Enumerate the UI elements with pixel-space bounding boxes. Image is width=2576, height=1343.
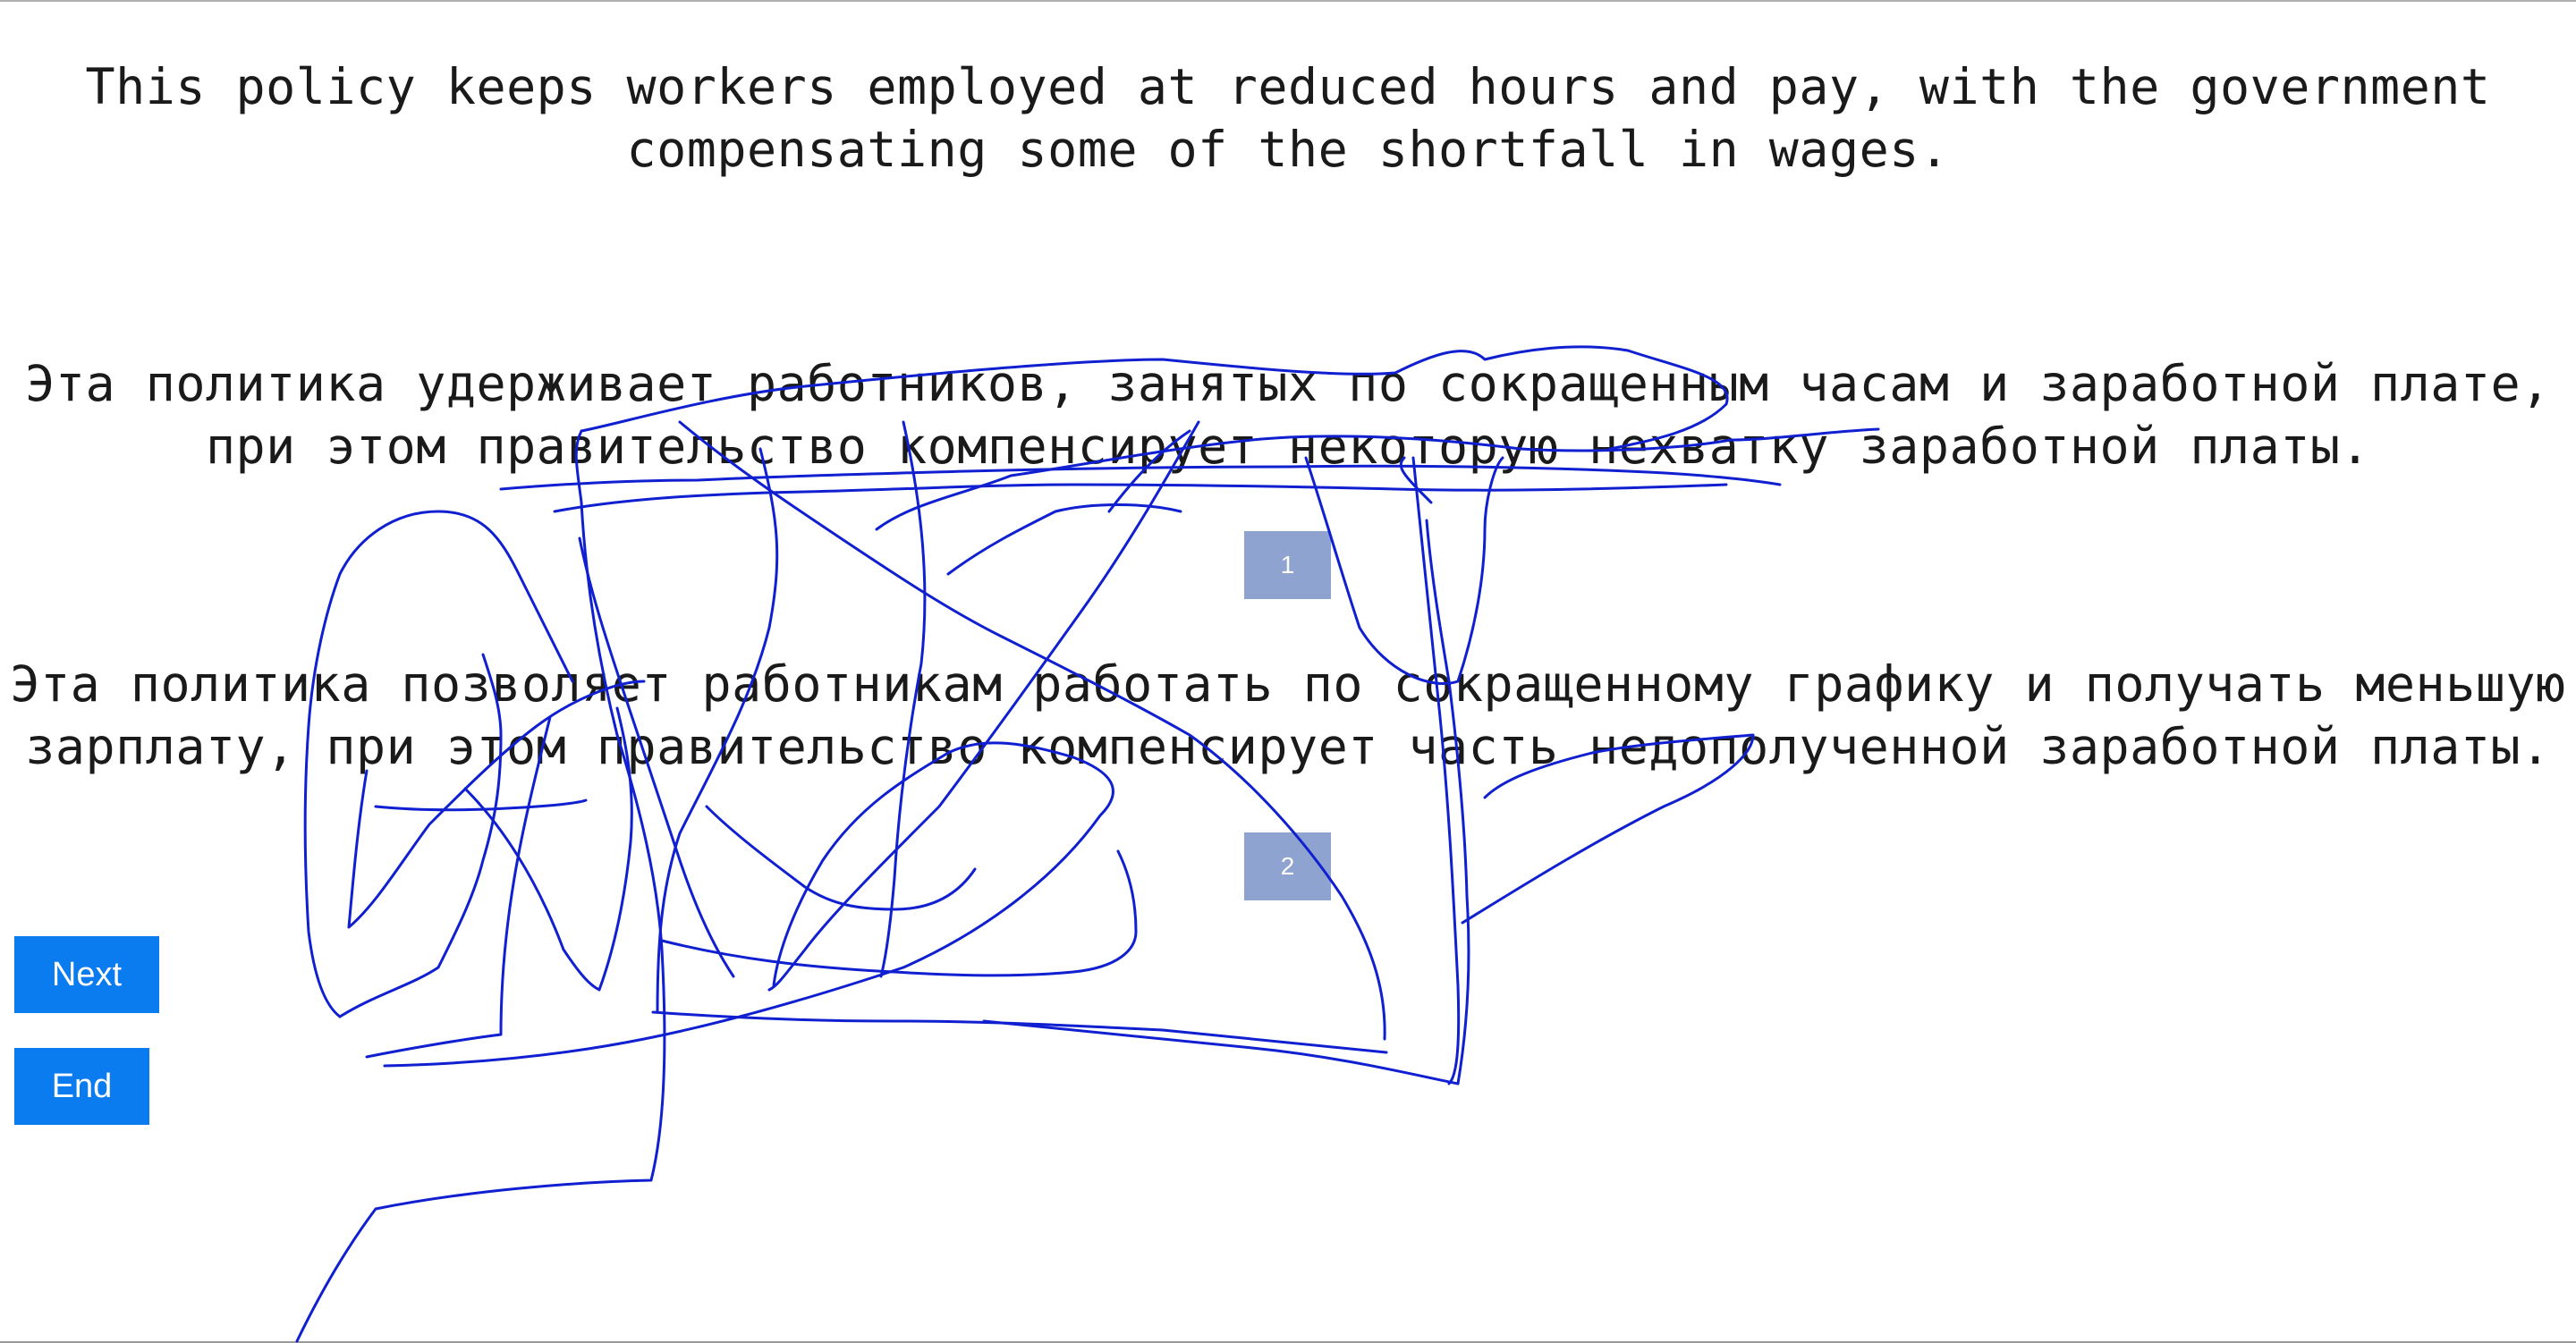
scribble-stroke — [295, 429, 666, 1343]
source-sentence: This policy keeps workers employed at re… — [85, 58, 2491, 178]
end-button[interactable]: End — [14, 1048, 149, 1125]
scribble-stroke — [705, 805, 977, 911]
scribble-stroke — [982, 1019, 1460, 1085]
scribble-stroke — [553, 483, 1728, 513]
next-button[interactable]: Next — [14, 936, 159, 1013]
translation-option-1: Эта политика удерживает работников, заня… — [25, 355, 2551, 475]
comparison-page: This policy keeps workers employed at re… — [0, 0, 2576, 1343]
scribble-stroke — [383, 741, 1114, 1068]
scribble-stroke — [374, 798, 588, 812]
choose-option-2-button[interactable]: 2 — [1244, 832, 1331, 900]
choose-option-1-button[interactable]: 1 — [1244, 531, 1331, 599]
scribble-stroke — [651, 1010, 1388, 1054]
scribble-stroke — [660, 849, 1138, 977]
scribble-stroke — [946, 503, 1182, 576]
translation-option-2: Эта политика позволяет работникам работа… — [10, 655, 2566, 775]
scribble-stroke — [1425, 519, 1470, 1085]
scribble-stroke — [1304, 456, 1504, 685]
